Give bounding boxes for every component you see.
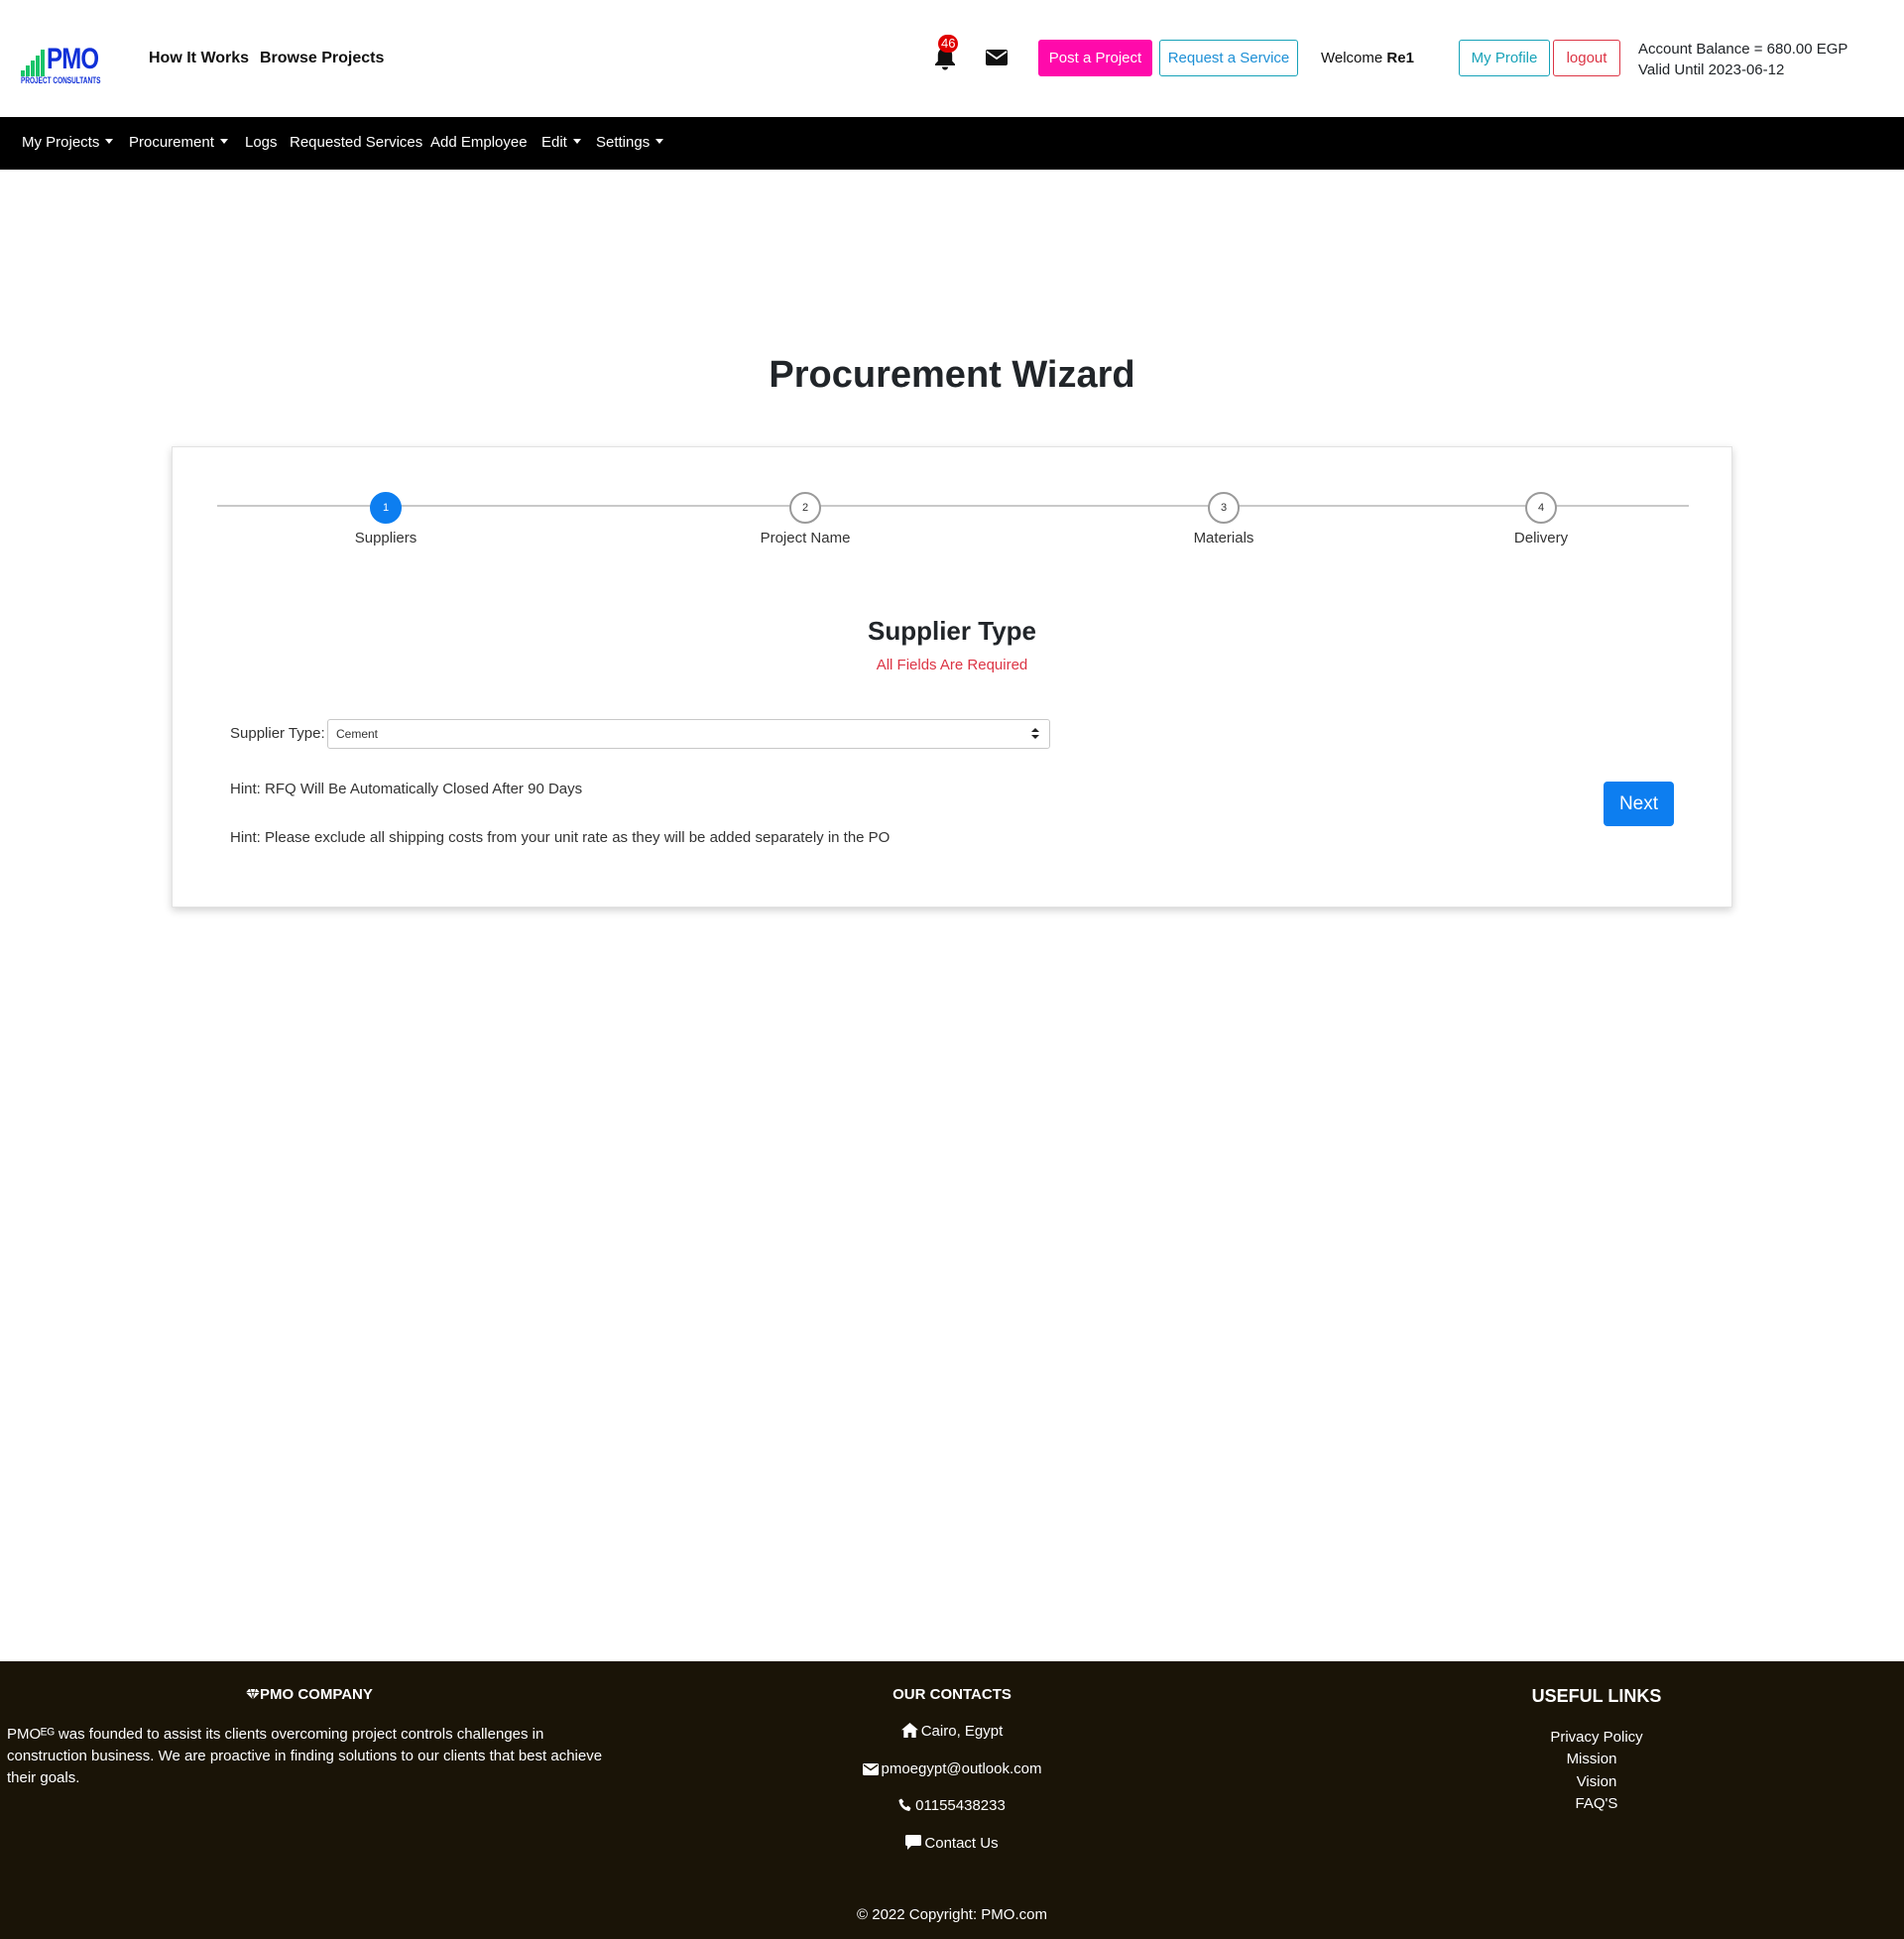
nav-label: Edit	[541, 134, 567, 151]
step-number: 1	[370, 492, 402, 524]
wizard-step-delivery[interactable]: 4 Delivery	[1442, 492, 1640, 546]
contact-us-link[interactable]: Contact Us	[0, 1835, 1904, 1852]
welcome-text: Welcome Re1	[1321, 50, 1414, 66]
top-header: PMO PROJECT CONSULTANTS How It Works Bro…	[0, 0, 1904, 117]
next-button[interactable]: Next	[1604, 782, 1674, 826]
vision-link[interactable]: Vision	[1497, 1773, 1696, 1790]
step-label: Delivery	[1513, 530, 1569, 546]
how-it-works-link[interactable]: How It Works	[149, 50, 249, 67]
supplier-type-selected-value: Cement	[336, 727, 379, 741]
pmo-logo[interactable]: PMO PROJECT CONSULTANTS	[21, 43, 101, 85]
contact-phone-text: 01155438233	[915, 1797, 1006, 1814]
site-footer: PMO COMPANY PMOᴱᴳ was founded to assist …	[0, 1661, 1904, 1939]
required-fields-note: All Fields Are Required	[876, 657, 1028, 673]
browse-projects-link[interactable]: Browse Projects	[260, 50, 384, 67]
account-balance: Account Balance = 680.00 EGP	[1638, 41, 1848, 58]
privacy-policy-link[interactable]: Privacy Policy	[1497, 1729, 1696, 1746]
copyright-text: © 2022 Copyright: PMO.com	[857, 1906, 1047, 1923]
nav-label: Requested Services	[290, 134, 423, 151]
logout-button[interactable]: logout	[1553, 40, 1620, 76]
wizard-step-materials[interactable]: 3 Materials	[1125, 492, 1323, 546]
step-number: 2	[789, 492, 821, 524]
contact-us-text: Contact Us	[924, 1835, 999, 1852]
nav-requested-services[interactable]: Requested Services	[290, 134, 422, 151]
home-icon	[900, 1723, 918, 1738]
nav-logs[interactable]: Logs	[245, 134, 278, 151]
nav-label: Logs	[245, 134, 278, 151]
step-label: Suppliers	[354, 530, 417, 546]
logo-tagline: PROJECT CONSULTANTS	[21, 75, 101, 85]
caret-down-icon	[105, 139, 114, 144]
welcome-prefix: Welcome	[1321, 50, 1383, 66]
step-number: 4	[1525, 492, 1557, 524]
my-profile-button[interactable]: My Profile	[1459, 40, 1550, 76]
nav-procurement[interactable]: Procurement	[129, 134, 228, 151]
notifications-count-badge: 46	[938, 35, 959, 53]
contact-location-text: Cairo, Egypt	[920, 1723, 1004, 1740]
comment-icon	[905, 1835, 922, 1850]
faqs-link[interactable]: FAQ'S	[1497, 1795, 1696, 1812]
wizard-step-suppliers[interactable]: 1 Suppliers	[287, 492, 485, 546]
nav-my-projects[interactable]: My Projects	[22, 134, 114, 151]
post-project-button[interactable]: Post a Project	[1038, 40, 1152, 76]
page-title: Procurement Wizard	[769, 354, 1135, 396]
wizard-step-project-name[interactable]: 2 Project Name	[706, 492, 904, 546]
section-title: Supplier Type	[868, 616, 1036, 646]
select-arrows-icon	[1031, 728, 1039, 740]
nav-label: My Projects	[22, 134, 100, 151]
request-service-button[interactable]: Request a Service	[1159, 40, 1298, 76]
logo-bars-icon	[21, 49, 47, 76]
mission-link[interactable]: Mission	[1492, 1751, 1691, 1767]
hint-shipping-costs: Hint: Please exclude all shipping costs …	[230, 829, 891, 846]
valid-until: Valid Until 2023-06-12	[1638, 61, 1785, 78]
username: Re1	[1386, 50, 1414, 66]
step-label: Project Name	[760, 530, 851, 546]
contact-email-text: pmoegypt@outlook.com	[881, 1760, 1042, 1777]
messages-envelope-icon[interactable]	[985, 48, 1009, 67]
nav-edit[interactable]: Edit	[541, 134, 581, 151]
nav-add-employee[interactable]: Add Employee	[430, 134, 528, 151]
nav-label: Add Employee	[430, 134, 528, 151]
logo-wordmark: PMO	[47, 43, 99, 75]
caret-down-icon	[572, 139, 581, 144]
hint-rfq-closure: Hint: RFQ Will Be Automatically Closed A…	[230, 781, 583, 797]
envelope-icon	[862, 1763, 879, 1775]
caret-down-icon	[219, 139, 228, 144]
nav-settings[interactable]: Settings	[596, 134, 664, 151]
step-number: 3	[1208, 492, 1240, 524]
nav-label: Procurement	[129, 134, 214, 151]
supplier-type-select[interactable]: Cement	[327, 719, 1050, 749]
main-navbar: My Projects Procurement Logs Requested S…	[0, 117, 1904, 170]
nav-label: Settings	[596, 134, 651, 151]
useful-links-heading: USEFUL LINKS	[1531, 1686, 1662, 1706]
account-info: Account Balance = 680.00 EGP Valid Until…	[1638, 39, 1847, 80]
caret-down-icon	[655, 139, 664, 144]
procurement-wizard-card: 1 Suppliers 2 Project Name 3 Materials 4…	[172, 446, 1732, 908]
phone-icon	[898, 1798, 911, 1811]
step-label: Materials	[1193, 530, 1254, 546]
supplier-type-label: Supplier Type:	[230, 725, 325, 742]
